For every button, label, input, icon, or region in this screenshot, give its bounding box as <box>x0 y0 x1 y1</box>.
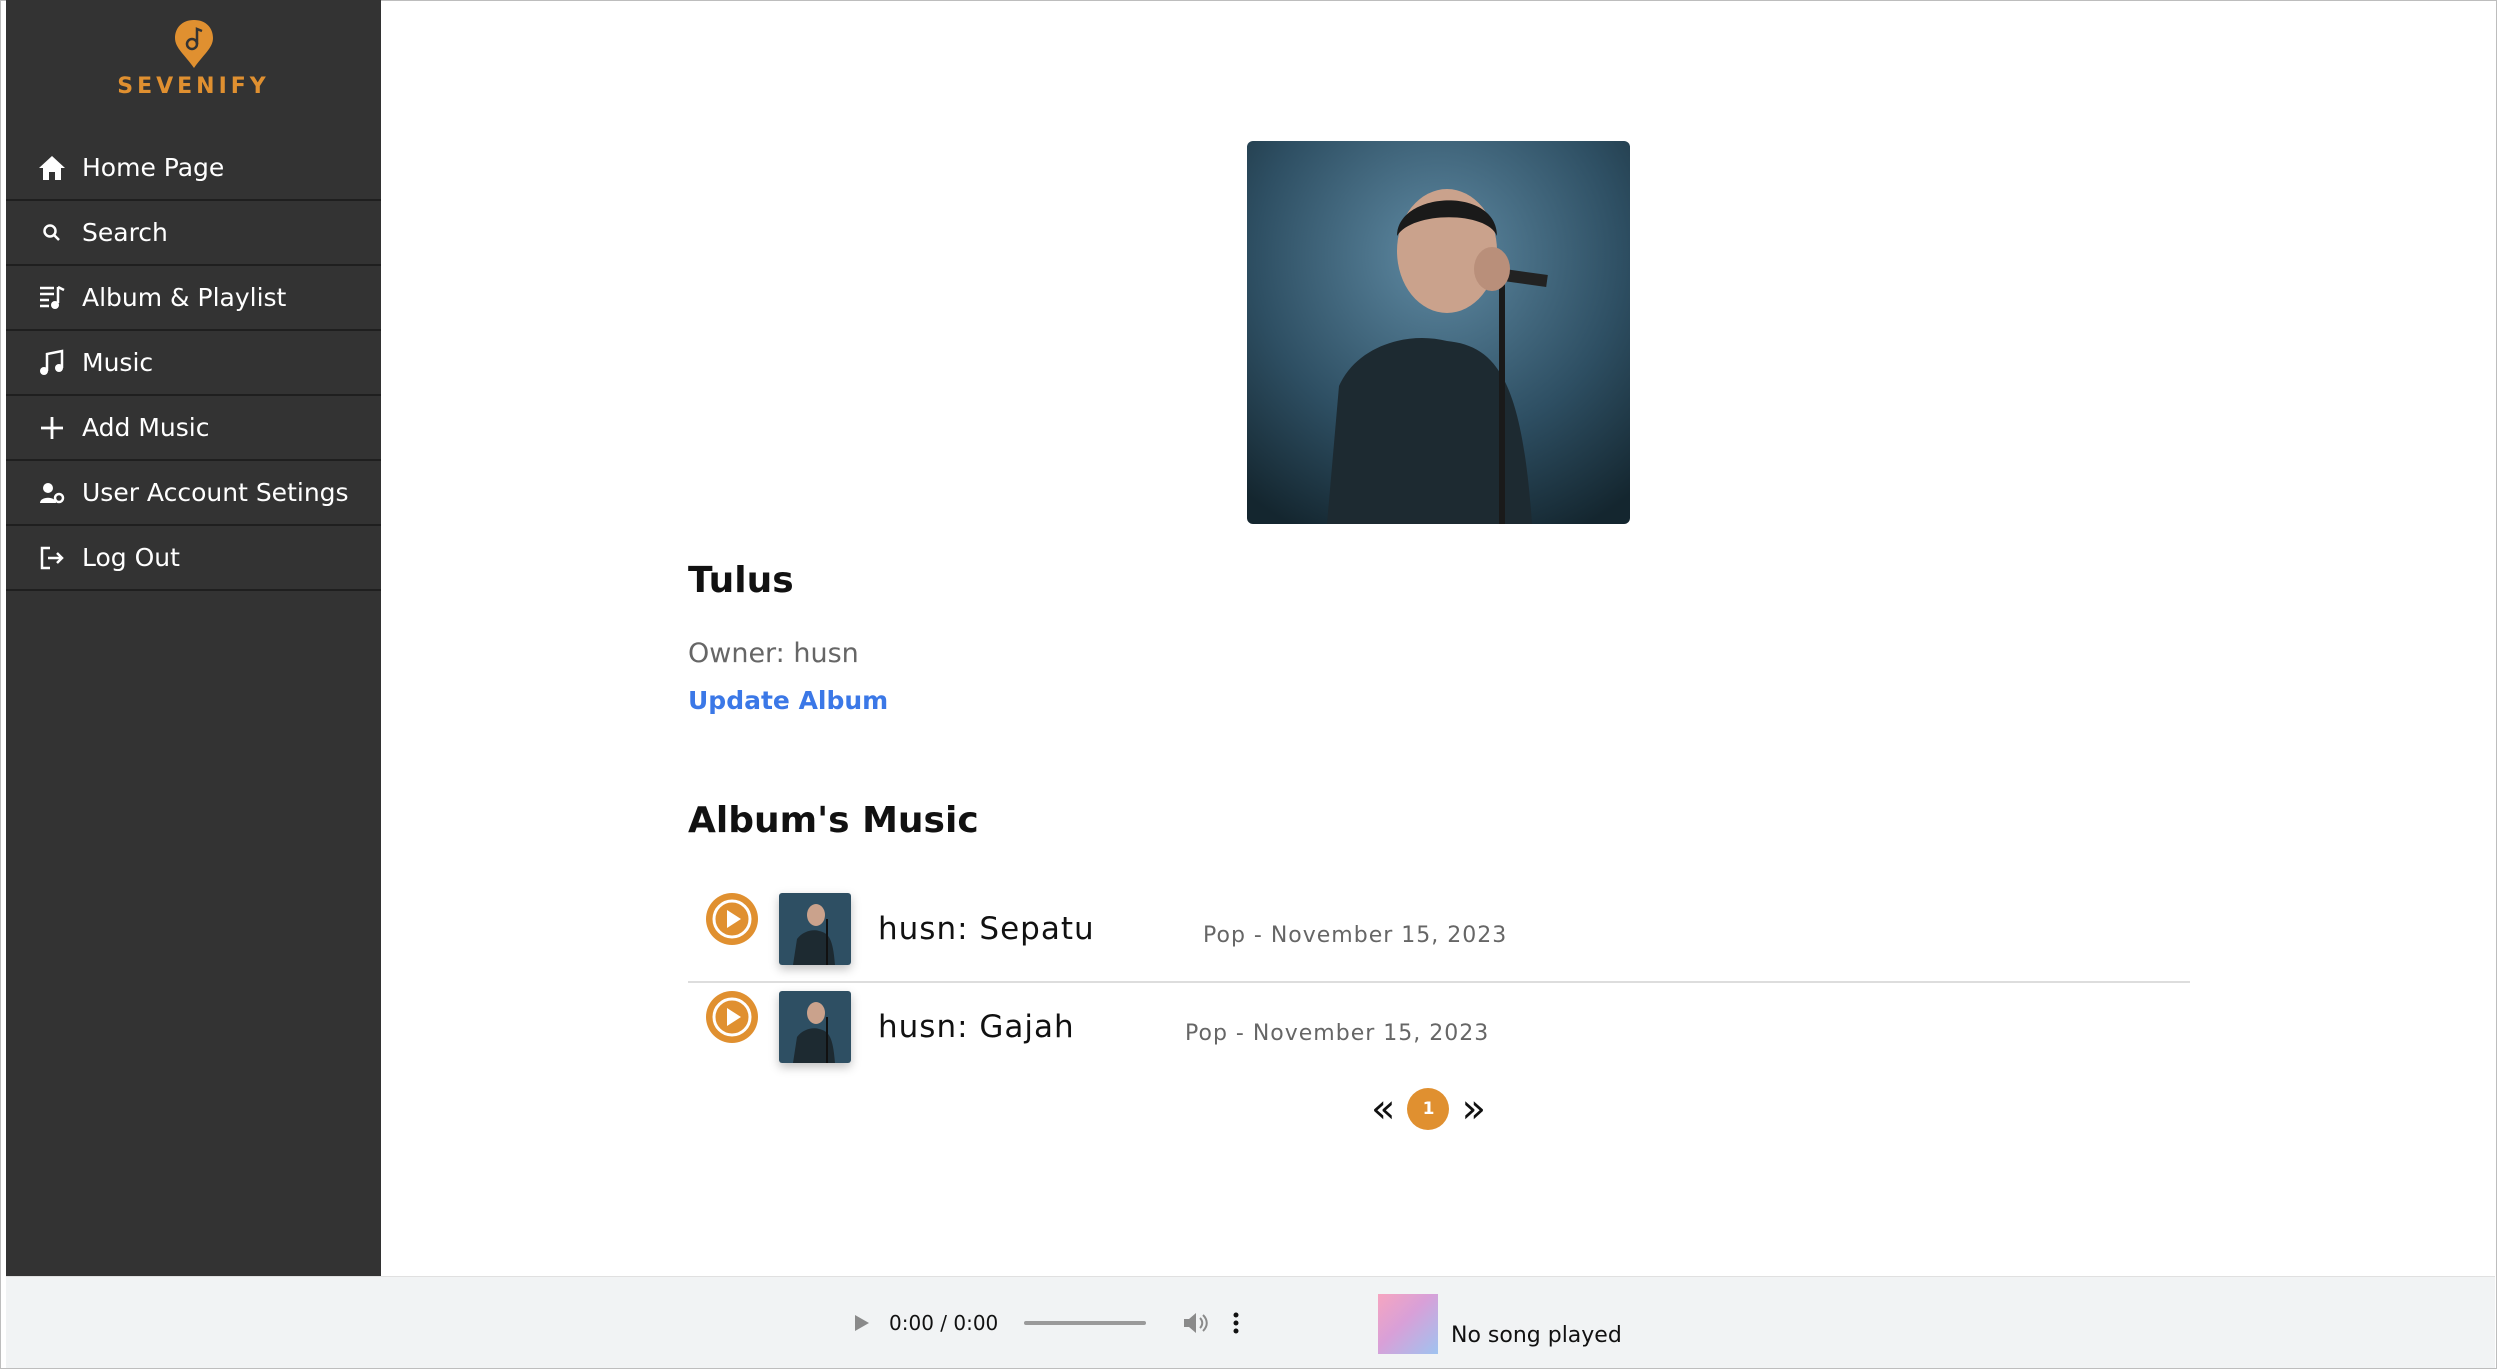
play-button[interactable] <box>706 893 758 945</box>
sidebar-item-label: Add Music <box>82 413 210 442</box>
sidebar-item-album-playlist[interactable]: Album & Playlist <box>6 266 381 331</box>
playlist-icon <box>34 285 70 311</box>
track-thumbnail <box>779 893 851 965</box>
sidebar-item-label: Music <box>82 348 154 377</box>
play-icon <box>712 997 752 1037</box>
seek-slider[interactable] <box>1024 1321 1147 1325</box>
audio-player-bar: 0:00 / 0:00 No song played <box>6 1276 2495 1368</box>
track-title[interactable]: husn: Gajah <box>878 1009 1075 1045</box>
track-row: husn: Gajah Pop - November 15, 2023 <box>688 983 2190 1079</box>
sidebar-item-label: Album & Playlist <box>82 283 287 312</box>
brand-name: SEVENIFY <box>117 74 270 99</box>
track-meta: Pop - November 15, 2023 <box>1203 923 1508 948</box>
sidebar-item-user-settings[interactable]: User Account Setings <box>6 461 381 526</box>
pagination-next-button[interactable]: » <box>1461 1089 1485 1129</box>
user-gear-icon <box>34 482 70 504</box>
sidebar-item-music[interactable]: Music <box>6 331 381 396</box>
album-title: Tulus <box>688 560 794 601</box>
volume-icon[interactable] <box>1182 1311 1210 1335</box>
track-meta: Pop - November 15, 2023 <box>1185 1021 1490 1046</box>
more-options-icon[interactable] <box>1232 1311 1240 1335</box>
sidebar-item-label: Log Out <box>82 543 180 572</box>
album-owner: Owner: husn <box>688 638 859 669</box>
sidebar-nav: Home Page Search Album & Playlist Music … <box>6 136 381 591</box>
plus-icon <box>34 415 70 441</box>
pagination-prev-button[interactable]: « <box>1371 1089 1395 1129</box>
sidebar-item-label: Search <box>82 218 168 247</box>
play-icon[interactable] <box>851 1313 871 1333</box>
now-playing-thumbnail <box>1378 1294 1438 1354</box>
sidebar-item-home[interactable]: Home Page <box>6 136 381 201</box>
sidebar-item-add-music[interactable]: Add Music <box>6 396 381 461</box>
sidebar: SEVENIFY Home Page Search Album & Playli… <box>6 0 381 1276</box>
logout-icon <box>34 545 70 571</box>
update-album-link[interactable]: Update Album <box>688 686 888 715</box>
play-icon <box>712 899 752 939</box>
search-icon <box>34 223 70 243</box>
album-cover-image <box>1247 141 1630 524</box>
home-icon <box>34 154 70 182</box>
sidebar-item-search[interactable]: Search <box>6 201 381 266</box>
music-note-icon <box>34 348 70 377</box>
now-playing-text: No song played <box>1451 1323 1622 1348</box>
track-row: husn: Sepatu Pop - November 15, 2023 <box>688 885 2190 983</box>
sidebar-item-label: User Account Setings <box>82 478 349 507</box>
audio-controls: 0:00 / 0:00 <box>851 1306 1240 1340</box>
album-detail: Tulus Owner: husn Update Album Album's M… <box>381 0 2495 1276</box>
pagination-page-1[interactable]: 1 <box>1407 1088 1450 1130</box>
track-title[interactable]: husn: Sepatu <box>878 911 1095 947</box>
album-music-heading: Album's Music <box>688 800 979 841</box>
playback-time: 0:00 / 0:00 <box>889 1311 999 1335</box>
pagination: « 1 » <box>1371 1088 1486 1130</box>
brand-logo[interactable]: SEVENIFY <box>6 18 381 102</box>
logo-pin-music-icon <box>174 20 213 68</box>
sidebar-item-logout[interactable]: Log Out <box>6 526 381 591</box>
track-thumbnail <box>779 991 851 1063</box>
sidebar-item-label: Home Page <box>82 153 225 182</box>
play-button[interactable] <box>706 991 758 1043</box>
